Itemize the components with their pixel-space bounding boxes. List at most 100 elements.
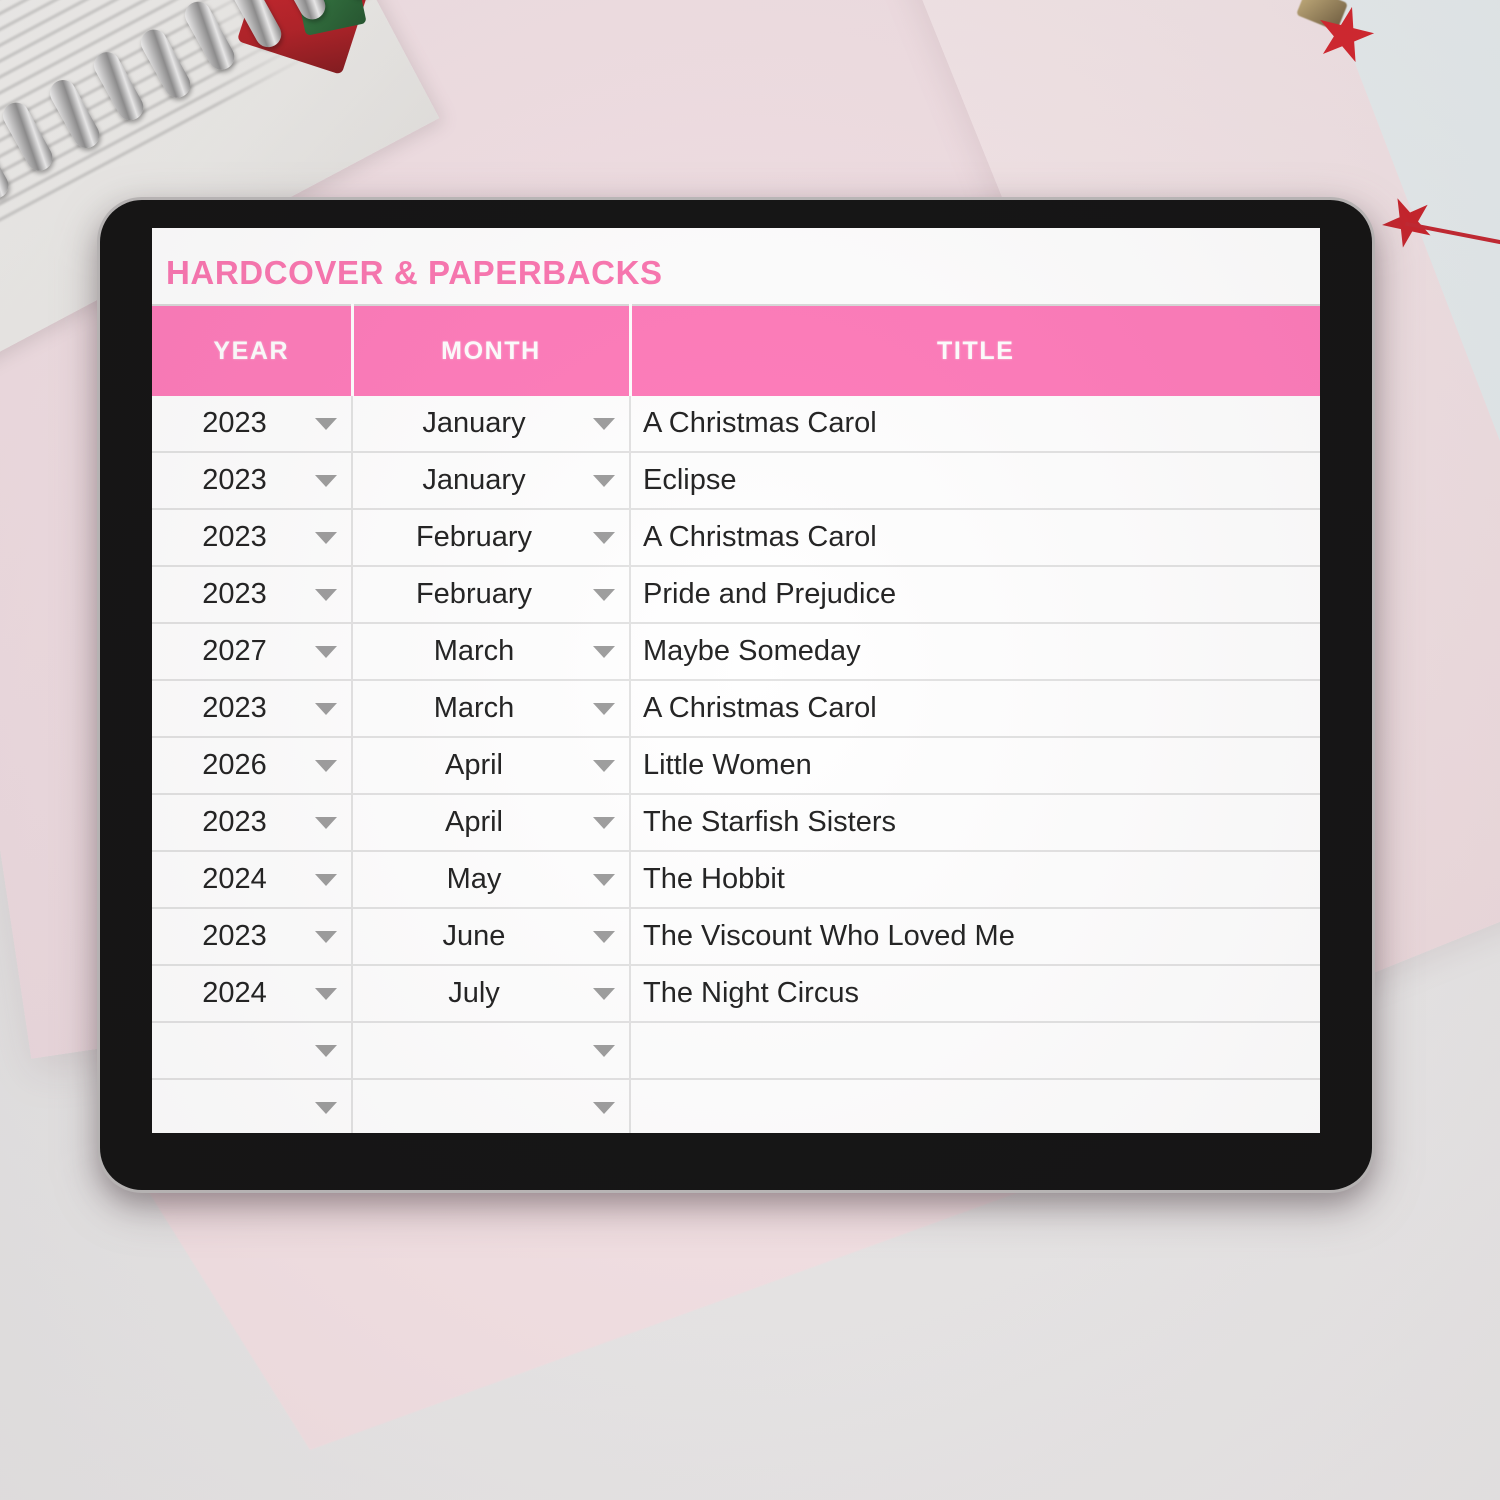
cell-year[interactable]: 2023 (152, 396, 353, 453)
cell-title[interactable]: The Night Circus (630, 965, 1320, 1023)
cell-title[interactable]: Maybe Someday (630, 623, 1320, 681)
chevron-down-icon[interactable] (593, 987, 615, 1000)
chevron-down-icon[interactable] (315, 930, 337, 943)
cell-month[interactable]: February (352, 566, 631, 624)
cell-year-value: 2023 (202, 464, 267, 496)
tablet-screen: HARDCOVER & PAPERBACKS YEAR MONTH TITLE (152, 228, 1320, 1133)
cell-year[interactable]: 2027 (152, 623, 353, 681)
spreadsheet-app: HARDCOVER & PAPERBACKS YEAR MONTH TITLE (152, 228, 1320, 1133)
cell-month[interactable] (352, 1079, 631, 1133)
chevron-down-icon[interactable] (315, 1101, 337, 1114)
chevron-down-icon[interactable] (593, 702, 615, 715)
cell-title[interactable]: Little Women (630, 737, 1320, 795)
cell-title[interactable]: A Christmas Carol (630, 396, 1320, 453)
photo-scene: HARDCOVER & PAPERBACKS YEAR MONTH TITLE (0, 0, 1500, 1500)
cell-title[interactable]: The Hobbit (630, 851, 1320, 909)
cell-month-value: February (415, 578, 533, 610)
cell-title-value: A Christmas Carol (643, 407, 877, 439)
chevron-down-icon[interactable] (315, 873, 337, 886)
cell-year[interactable]: 2023 (152, 566, 353, 624)
cell-year[interactable]: 2023 (152, 509, 353, 567)
cell-month[interactable]: April (352, 794, 631, 852)
chevron-down-icon[interactable] (315, 987, 337, 1000)
cell-month-value: March (433, 635, 515, 667)
chevron-down-icon[interactable] (593, 531, 615, 544)
cell-year[interactable]: 2024 (152, 851, 353, 909)
cell-year[interactable]: 2023 (152, 908, 353, 966)
column-header-year[interactable]: YEAR (152, 304, 354, 396)
cell-year-value: 2023 (202, 407, 267, 439)
chevron-down-icon[interactable] (593, 1044, 615, 1057)
spiral-coil (318, 0, 377, 2)
chevron-down-icon[interactable] (593, 588, 615, 601)
cell-month[interactable]: May (352, 851, 631, 909)
chevron-down-icon[interactable] (593, 759, 615, 772)
chevron-down-icon[interactable] (593, 1101, 615, 1114)
chevron-down-icon[interactable] (315, 1044, 337, 1057)
cell-month[interactable]: January (352, 396, 631, 453)
table-row: 2023 March A Christmas Carol (152, 680, 1320, 738)
cell-month[interactable]: March (352, 680, 631, 738)
cell-year-value: 2024 (202, 863, 267, 895)
chevron-down-icon[interactable] (593, 873, 615, 886)
cell-title[interactable]: A Christmas Carol (630, 680, 1320, 738)
cell-title[interactable] (630, 1022, 1320, 1080)
table-row: 2023 January Eclipse (152, 452, 1320, 510)
table-row: 2027 March Maybe Someday (152, 623, 1320, 681)
cell-year[interactable]: 2026 (152, 737, 353, 795)
chevron-down-icon[interactable] (593, 474, 615, 487)
chevron-down-icon[interactable] (315, 417, 337, 430)
cell-title[interactable]: Eclipse (630, 452, 1320, 510)
chevron-down-icon[interactable] (315, 702, 337, 715)
spiral-coil (45, 75, 105, 153)
chevron-down-icon[interactable] (315, 531, 337, 544)
column-header-month[interactable]: MONTH (352, 304, 632, 396)
table-header-row: YEAR MONTH TITLE (152, 304, 1320, 396)
table-row: 2023 April The Starfish Sisters (152, 794, 1320, 852)
chevron-down-icon[interactable] (593, 417, 615, 430)
cell-title[interactable]: The Starfish Sisters (630, 794, 1320, 852)
cell-month-value: June (442, 920, 506, 952)
table-row (152, 1022, 1320, 1080)
column-header-title[interactable]: TITLE (630, 304, 1320, 396)
cell-title-value: Pride and Prejudice (643, 578, 897, 610)
cell-title[interactable]: Pride and Prejudice (630, 566, 1320, 624)
cell-title[interactable]: The Viscount Who Loved Me (630, 908, 1320, 966)
cell-month[interactable]: February (352, 509, 631, 567)
table-row: 2026 April Little Women (152, 737, 1320, 795)
cell-year-value: 2023 (202, 521, 267, 553)
cell-year[interactable]: 2023 (152, 794, 353, 852)
chevron-down-icon[interactable] (593, 930, 615, 943)
cell-month-value: February (415, 521, 533, 553)
chevron-down-icon[interactable] (315, 816, 337, 829)
cell-month[interactable]: July (352, 965, 631, 1023)
cell-title-value: A Christmas Carol (643, 521, 877, 553)
cell-title[interactable]: A Christmas Carol (630, 509, 1320, 567)
cell-month[interactable]: March (352, 623, 631, 681)
cell-month[interactable]: January (352, 452, 631, 510)
cell-year[interactable]: 2023 (152, 680, 353, 738)
cell-month[interactable] (352, 1022, 631, 1080)
cell-title[interactable] (630, 1079, 1320, 1133)
chevron-down-icon[interactable] (315, 645, 337, 658)
chevron-down-icon[interactable] (593, 645, 615, 658)
cell-year[interactable]: 2024 (152, 965, 353, 1023)
cell-year[interactable] (152, 1022, 353, 1080)
cell-month-value: March (433, 692, 515, 724)
spiral-coil (227, 0, 286, 52)
chevron-down-icon[interactable] (315, 759, 337, 772)
table-row: 2023 February A Christmas Carol (152, 509, 1320, 567)
cell-year[interactable] (152, 1079, 353, 1133)
cell-title-value: A Christmas Carol (643, 692, 877, 724)
spiral-coil (0, 125, 14, 204)
chevron-down-icon[interactable] (315, 588, 337, 601)
cell-month[interactable]: April (352, 737, 631, 795)
cell-month-value: January (422, 464, 526, 496)
table-row: 2024 May The Hobbit (152, 851, 1320, 909)
cell-month[interactable]: June (352, 908, 631, 966)
chevron-down-icon[interactable] (593, 816, 615, 829)
book-table: YEAR MONTH TITLE 2023 January A Christmas … (152, 304, 1320, 1133)
cell-year[interactable]: 2023 (152, 452, 353, 510)
chevron-down-icon[interactable] (315, 474, 337, 487)
cell-title-value: Eclipse (643, 464, 737, 496)
